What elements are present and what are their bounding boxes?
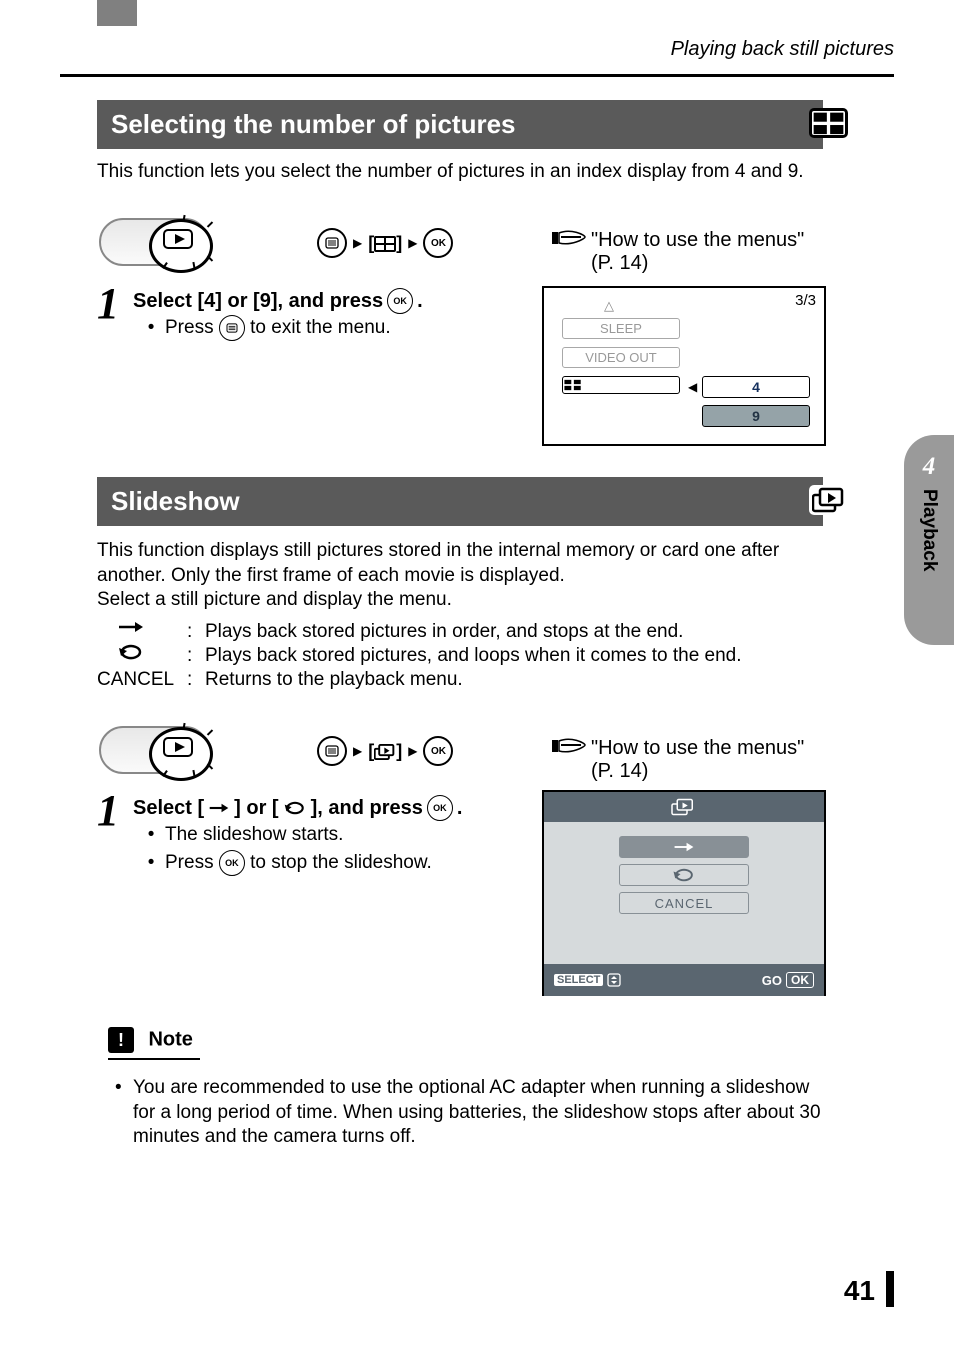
lcd-row-video: VIDEO OUT: [562, 347, 680, 368]
step-title: Select [4] or [9], and press OK .: [133, 288, 423, 314]
lcd2-footer: SELECT GO OK: [544, 964, 824, 996]
lcd2-opt-single: [619, 836, 749, 858]
mode-dial-icon: [97, 212, 267, 272]
single-play-icon: [208, 802, 230, 814]
left-triangle-icon: ◀: [688, 380, 697, 394]
side-tab-number: 4: [923, 453, 936, 481]
nav-strip-2: ▶ [] ▶ OK "How to use the menus" (P. 14): [97, 720, 823, 780]
lcd-screen-1: 3/3 △ SLEEP VIDEO OUT ◀ 4 9: [542, 286, 826, 446]
arrow-right-icon: ▶: [408, 744, 417, 758]
up-triangle-icon: △: [604, 298, 614, 314]
step-number: 1: [97, 785, 119, 836]
note-header: ! Note: [108, 1027, 193, 1053]
section1-header: Selecting the number of pictures: [97, 100, 823, 149]
single-play-icon: [97, 620, 187, 644]
lcd-page: 3/3: [795, 292, 816, 309]
nav-strip-1: ▶ [] ▶ OK "How to use the menus" (P. 14): [97, 212, 823, 272]
page-number-bar: [886, 1271, 894, 1307]
cancel-label: CANCEL: [97, 668, 187, 692]
lcd-value-4: 4: [702, 376, 810, 398]
cross-ref: "How to use the menus" (P. 14): [591, 737, 823, 783]
ok-button-icon: OK: [423, 736, 453, 766]
lcd-screen-2: CANCEL SELECT GO OK: [542, 790, 826, 996]
slideshow-options: :Plays back stored pictures in order, an…: [97, 620, 823, 692]
note-body: You are recommended to use the optional …: [133, 1076, 823, 1150]
section2-header: Slideshow: [97, 477, 823, 526]
lcd2-opt-loop: [619, 864, 749, 886]
arrow-right-icon: ▶: [408, 236, 417, 250]
cross-ref: "How to use the menus" (P. 14): [591, 229, 823, 275]
menu-button-icon: [317, 736, 347, 766]
step-number: 1: [97, 278, 119, 329]
top-marker: [97, 0, 137, 26]
step-title: Select [ ] or [ ], and press OK .: [133, 795, 462, 821]
menu-button-icon: [317, 228, 347, 258]
section1-intro: This function lets you select the number…: [97, 160, 823, 185]
menu-button-icon: [219, 315, 245, 341]
lcd-row-sleep: SLEEP: [562, 318, 680, 339]
arrow-right-icon: ▶: [353, 744, 362, 758]
loop-icon: [97, 644, 187, 668]
section2-intro: This function displays still pictures st…: [97, 539, 823, 613]
page-number: 41: [844, 1275, 875, 1307]
note-rule: [108, 1058, 200, 1060]
ok-button-icon: OK: [423, 228, 453, 258]
step-bullets: The slideshow starts. Press OK to stop t…: [147, 822, 432, 878]
menu-path: ▶ [] ▶ OK: [317, 736, 453, 766]
play-icon: [163, 229, 193, 249]
bracket: ]: [396, 741, 402, 761]
loop-icon: [283, 801, 307, 815]
pointing-hand-icon: [551, 226, 589, 248]
lcd2-header-icon: [544, 792, 824, 822]
arrow-right-icon: ▶: [353, 236, 362, 250]
lcd2-opt-cancel: CANCEL: [619, 892, 749, 914]
side-tab: 4 Playback: [904, 435, 954, 645]
bracket: ]: [396, 233, 402, 253]
note-icon: !: [108, 1027, 134, 1053]
ok-button-icon: OK: [427, 795, 453, 821]
lcd-row-index: [562, 376, 680, 394]
running-head: Playing back still pictures: [671, 38, 894, 61]
mode-dial-icon: [97, 720, 267, 780]
ok-button-icon: OK: [387, 288, 413, 314]
top-rule: [60, 74, 894, 77]
pointing-hand-icon: [551, 734, 589, 756]
step-bullets: Press to exit the menu.: [147, 315, 391, 343]
slideshow-icon: [809, 485, 848, 515]
play-icon: [163, 737, 193, 757]
index-grid-icon: [809, 108, 848, 138]
ok-button-icon: OK: [219, 850, 245, 876]
side-tab-label: Playback: [918, 489, 940, 571]
lcd-value-9: 9: [702, 405, 810, 427]
menu-path: ▶ [] ▶ OK: [317, 228, 453, 258]
